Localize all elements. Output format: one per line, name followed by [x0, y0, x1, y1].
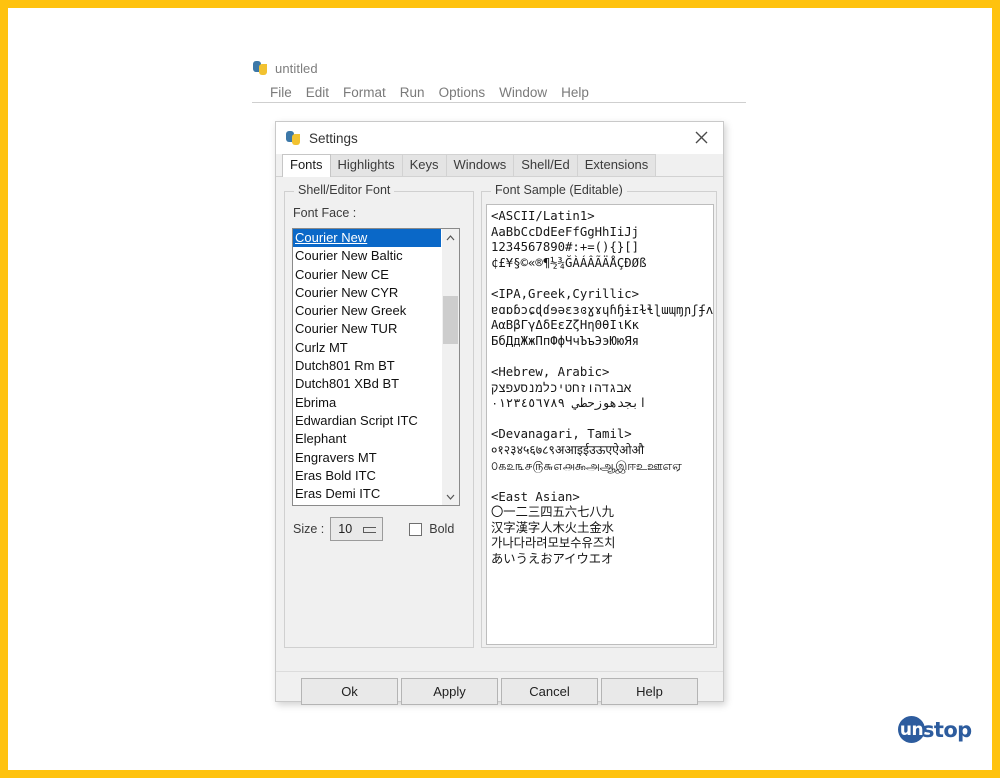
font-size-row: Size : 10 Bold: [293, 517, 454, 541]
settings-dialog-titlebar[interactable]: Settings: [276, 122, 723, 154]
tab-fonts[interactable]: Fonts: [282, 154, 331, 177]
apply-button[interactable]: Apply: [401, 678, 498, 705]
font-face-listbox[interactable]: Courier New Courier New Baltic Courier N…: [292, 228, 460, 506]
unstop-logo-badge: un: [898, 716, 925, 743]
help-button[interactable]: Help: [601, 678, 698, 705]
font-size-dropdown[interactable]: 10: [330, 517, 384, 541]
close-icon[interactable]: [679, 122, 723, 153]
idle-editor-window: untitled File Edit Format Run Options Wi…: [252, 56, 748, 104]
list-item[interactable]: Ebrima: [293, 394, 441, 412]
screenshot-canvas: untitled File Edit Format Run Options Wi…: [0, 0, 1000, 778]
cancel-button[interactable]: Cancel: [501, 678, 598, 705]
tab-windows[interactable]: Windows: [445, 154, 515, 176]
list-item[interactable]: Edwardian Script ITC: [293, 412, 441, 430]
python-file-icon: [252, 60, 268, 76]
idle-menubar[interactable]: File Edit Format Run Options Window Help: [263, 81, 596, 103]
menu-item-window[interactable]: Window: [492, 83, 554, 102]
font-face-label: Font Face :: [293, 206, 357, 220]
menu-item-file[interactable]: File: [263, 83, 299, 102]
list-item[interactable]: Elephant: [293, 430, 441, 448]
font-sample-group-label: Font Sample (Editable): [491, 183, 627, 197]
list-item[interactable]: Engravers MT: [293, 449, 441, 467]
list-item[interactable]: Dutch801 XBd BT: [293, 375, 441, 393]
list-item[interactable]: Courier New CYR: [293, 284, 441, 302]
settings-dialog: Settings Fonts Highlights Keys Windows S…: [275, 121, 724, 705]
menu-item-format[interactable]: Format: [336, 83, 393, 102]
settings-tabstrip[interactable]: Fonts Highlights Keys Windows Shell/Ed E…: [276, 154, 723, 177]
python-file-icon: [285, 130, 301, 146]
dropdown-arrow-icon: [363, 527, 377, 534]
list-item[interactable]: Eras Demi ITC: [293, 485, 441, 503]
list-item[interactable]: Courier New TUR: [293, 320, 441, 338]
font-face-list[interactable]: Courier New Courier New Baltic Courier N…: [293, 229, 441, 505]
tab-keys[interactable]: Keys: [401, 154, 447, 176]
unstop-logo-word: stop: [922, 717, 972, 742]
tab-highlights[interactable]: Highlights: [329, 154, 403, 176]
tab-shell-ed[interactable]: Shell/Ed: [513, 154, 578, 176]
list-item[interactable]: Dutch801 Rm BT: [293, 357, 441, 375]
chevron-down-icon[interactable]: [442, 488, 459, 505]
idle-window-title: untitled: [275, 60, 318, 76]
shell-editor-font-group-label: Shell/Editor Font: [294, 183, 395, 197]
font-list-scrollbar[interactable]: [441, 229, 459, 505]
font-sample-group: Font Sample (Editable) <ASCII/Latin1> Aa…: [481, 183, 717, 648]
bold-checkbox-label: Bold: [429, 522, 455, 536]
menu-item-run[interactable]: Run: [393, 83, 432, 102]
dialog-separator: [276, 671, 723, 672]
list-item[interactable]: Courier New: [293, 229, 441, 248]
menu-item-edit[interactable]: Edit: [299, 83, 336, 102]
idle-titlebar: untitled: [252, 56, 318, 80]
scrollbar-thumb[interactable]: [443, 296, 458, 344]
settings-dialog-title: Settings: [309, 130, 358, 146]
font-size-label: Size :: [293, 522, 325, 536]
list-item[interactable]: Curlz MT: [293, 339, 441, 357]
bold-checkbox-wrap[interactable]: Bold: [409, 522, 454, 536]
bold-checkbox[interactable]: [409, 522, 423, 536]
chevron-up-icon[interactable]: [442, 229, 459, 246]
unstop-logo: un stop: [898, 716, 972, 743]
list-item[interactable]: Courier New Baltic: [293, 247, 441, 265]
ok-button[interactable]: Ok: [301, 678, 398, 705]
menu-item-help[interactable]: Help: [554, 83, 596, 102]
tab-extensions[interactable]: Extensions: [576, 154, 657, 176]
menu-item-options[interactable]: Options: [432, 83, 493, 102]
dialog-button-row: Ok Apply Cancel Help: [276, 678, 723, 710]
list-item[interactable]: Courier New Greek: [293, 302, 441, 320]
font-size-value: 10: [338, 522, 353, 536]
settings-dialog-body: Shell/Editor Font Font Face : Courier Ne…: [276, 177, 723, 669]
font-sample-textarea[interactable]: <ASCII/Latin1> AaBbCcDdEeFfGgHhIiJj 1234…: [486, 204, 714, 645]
list-item[interactable]: Courier New CE: [293, 266, 441, 284]
shell-editor-font-group: Shell/Editor Font Font Face : Courier Ne…: [284, 183, 474, 648]
list-item[interactable]: Eras Bold ITC: [293, 467, 441, 485]
menubar-separator: [252, 102, 746, 103]
